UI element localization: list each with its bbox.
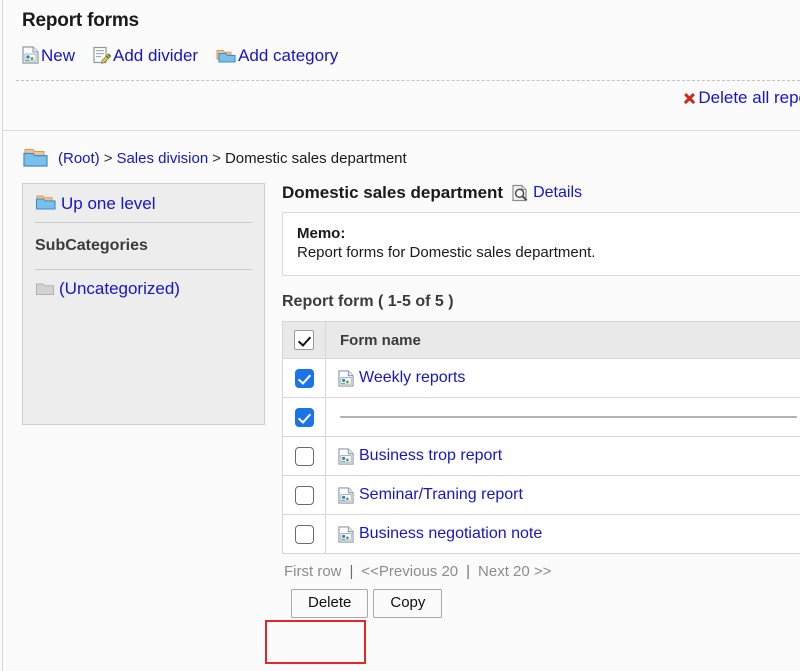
row-checkbox[interactable] — [294, 407, 314, 427]
toolbar-divider — [16, 80, 800, 81]
sidebar-item-up-one-level[interactable]: Up one level — [23, 184, 264, 222]
row-checkbox-cell — [282, 475, 326, 515]
form-name-link[interactable]: Business negotiation note — [359, 525, 542, 543]
report-form-section-title: Report form ( 1-5 of 5 ) — [282, 293, 454, 310]
select-all-header-cell — [282, 321, 326, 359]
main-content: Domestic sales department Details Memo: … — [282, 183, 800, 618]
row-divider-cell — [325, 397, 800, 437]
toolbar: New Add divider Add category — [22, 46, 338, 64]
delete-button-highlight — [265, 620, 366, 664]
row-name-cell: Business trop report — [325, 436, 800, 476]
report-form-icon — [338, 447, 354, 465]
form-name-link[interactable]: Seminar/Traning report — [359, 486, 523, 504]
report-forms-table: Form name Weekly reports Business trop r… — [282, 321, 800, 554]
row-checkbox-cell — [282, 436, 326, 476]
copy-button[interactable]: Copy — [373, 589, 443, 618]
memo-text: Report forms for Domestic sales departme… — [297, 244, 596, 261]
report-form-icon — [338, 525, 354, 543]
row-checkbox-cell — [282, 358, 326, 398]
row-name-cell: Business negotiation note — [325, 514, 800, 554]
sidebar-item-uncategorized[interactable]: (Uncategorized) — [23, 270, 264, 307]
report-form-icon — [22, 46, 39, 64]
up-one-level-label: Up one level — [61, 193, 156, 213]
table-row: Business trop report — [282, 436, 800, 476]
form-name-link[interactable]: Weekly reports — [359, 369, 465, 387]
red-x-icon — [682, 91, 696, 105]
breadcrumb-item-current: Domestic sales department — [224, 149, 407, 167]
table-row — [282, 397, 800, 437]
pagination: First row | <<Previous 20 | Next 20 >> — [282, 563, 800, 580]
breadcrumb-item-sales-division[interactable]: Sales division — [116, 150, 208, 167]
memo-label: Memo: — [297, 225, 346, 242]
first-row-link[interactable]: First row — [284, 563, 342, 580]
pager-separator: | — [466, 563, 471, 580]
add-divider-label: Add divider — [113, 45, 199, 65]
divider-line — [340, 416, 797, 418]
row-checkbox[interactable] — [294, 524, 314, 544]
breadcrumb: (Root) > Sales division > Domestic sales… — [22, 147, 407, 169]
add-divider-button[interactable]: Add divider — [93, 46, 198, 64]
magnifier-doc-icon — [511, 184, 530, 203]
folder-up-icon — [35, 194, 57, 212]
row-checkbox[interactable] — [294, 485, 314, 505]
row-name-cell: Weekly reports — [325, 358, 800, 398]
subcategories-heading: SubCategories — [35, 237, 148, 254]
main-heading: Domestic sales department — [282, 183, 504, 202]
pager-separator: | — [349, 563, 354, 580]
row-checkbox-cell — [282, 397, 326, 437]
table-row: Business negotiation note — [282, 514, 800, 554]
row-name-cell: Seminar/Traning report — [325, 475, 800, 515]
delete-all-label: Delete all repo — [698, 88, 800, 107]
report-form-icon — [338, 369, 354, 387]
table-row: Seminar/Traning report — [282, 475, 800, 515]
delete-button[interactable]: Delete — [291, 589, 369, 618]
page-title: Report forms — [22, 10, 139, 31]
new-report-form-button[interactable]: New — [22, 46, 75, 64]
delete-all-report-forms-link[interactable]: Delete all repo — [682, 89, 800, 106]
edit-note-icon — [93, 46, 112, 64]
report-form-icon — [338, 486, 354, 504]
next-20-link[interactable]: Next 20 >> — [478, 563, 551, 580]
row-checkbox[interactable] — [294, 446, 314, 466]
details-link[interactable]: Details — [533, 184, 582, 202]
header-divider — [3, 130, 800, 131]
row-checkbox-cell — [282, 514, 326, 554]
breadcrumb-separator: > — [103, 149, 113, 167]
report-forms-page: Report forms New Add divider Add categor… — [0, 0, 800, 671]
left-border-rule — [2, 0, 3, 671]
table-row: Weekly reports — [282, 358, 800, 398]
folder-add-icon — [216, 47, 236, 64]
folders-icon — [22, 147, 50, 169]
breadcrumb-item-root[interactable]: (Root) — [58, 150, 100, 167]
new-label: New — [41, 45, 76, 65]
breadcrumb-separator: > — [212, 149, 221, 167]
category-sidebar: Up one level SubCategories (Uncategorize… — [22, 183, 265, 425]
memo-box: Memo: Report forms for Domestic sales de… — [282, 212, 800, 276]
table-header-row: Form name — [282, 321, 800, 359]
main-title-row: Domestic sales department Details — [282, 183, 800, 203]
select-all-checkbox[interactable] — [294, 330, 314, 350]
add-category-label: Add category — [238, 45, 339, 65]
form-name-link[interactable]: Business trop report — [359, 447, 502, 465]
action-buttons: Delete Copy — [282, 589, 800, 618]
row-checkbox[interactable] — [294, 368, 314, 388]
add-category-button[interactable]: Add category — [216, 47, 338, 64]
form-name-header: Form name — [325, 321, 800, 359]
folder-gray-icon — [35, 281, 55, 297]
previous-20-link[interactable]: <<Previous 20 — [361, 563, 458, 580]
uncategorized-label: (Uncategorized) — [59, 279, 180, 298]
